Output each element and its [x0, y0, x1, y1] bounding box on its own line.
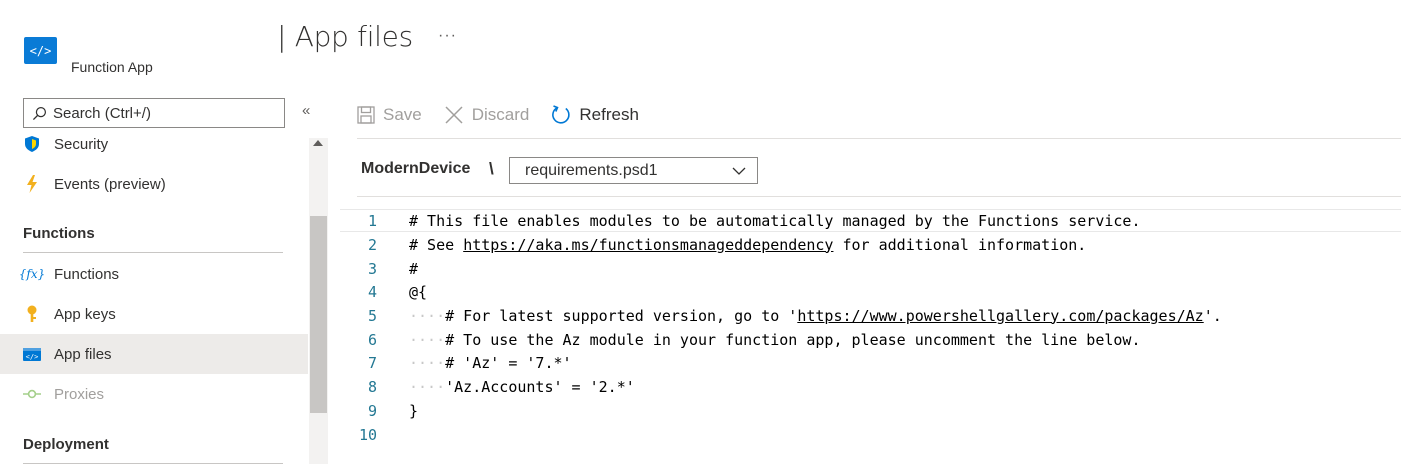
code-text: ····# 'Az' = '7.*' — [409, 353, 572, 372]
sidebar-item-label: Functions — [54, 265, 120, 283]
line-number: 8 — [367, 377, 377, 396]
line-number: 10 — [358, 425, 377, 444]
section-header-deployment: Deployment — [23, 436, 283, 464]
sidebar-item-label: Security — [54, 135, 109, 153]
sidebar-scrollbar[interactable] — [309, 138, 328, 464]
sidebar-item-app-files[interactable]: </> App files — [0, 334, 308, 374]
file-dropdown-value: requirements.psd1 — [525, 161, 658, 179]
code-line: 5 ····# For latest supported version, go… — [340, 304, 1401, 327]
sidebar-item-label: Events (preview) — [54, 175, 166, 193]
code-line: 8 ····'Az.Accounts' = '2.*' — [340, 375, 1401, 398]
collapse-sidebar-button[interactable]: « — [302, 102, 310, 119]
discard-button[interactable]: Discard — [444, 105, 530, 125]
shield-icon — [23, 135, 41, 153]
scroll-up-arrow-icon[interactable] — [313, 140, 323, 146]
code-line: 2 # See https://aka.ms/functionsmanagedd… — [340, 233, 1401, 256]
discard-label: Discard — [471, 105, 530, 124]
code-line: 7 ····# 'Az' = '7.*' — [340, 351, 1401, 374]
proxy-icon — [23, 385, 41, 403]
sidebar-item-security[interactable]: Security — [0, 128, 308, 164]
line-number: 3 — [367, 259, 377, 278]
search-icon — [32, 106, 47, 120]
code-line: 4 @{ — [340, 280, 1401, 303]
code-text: # This file enables modules to be automa… — [409, 211, 1141, 230]
line-number: 2 — [367, 235, 377, 254]
code-line: 3 # — [340, 257, 1401, 280]
save-label: Save — [383, 105, 422, 124]
editor-divider — [357, 196, 1401, 197]
file-dropdown[interactable]: requirements.psd1 — [509, 157, 758, 184]
toolbar-divider — [357, 138, 1401, 139]
command-bar: Save Discard Refresh — [357, 96, 661, 134]
code-text: } — [409, 401, 419, 420]
chevron-down-icon — [732, 167, 746, 175]
code-icon: </> — [23, 345, 41, 363]
function-app-logo-icon: </> — [24, 37, 57, 64]
save-icon — [357, 106, 375, 124]
code-line: 1 # This file enables modules to be auto… — [340, 209, 1401, 232]
page-title: | App files — [277, 20, 413, 53]
sidebar-nav: Security Events (preview) Functions {fx}… — [0, 128, 308, 464]
section-header-functions: Functions — [23, 225, 283, 253]
line-number: 5 — [367, 306, 377, 325]
function-icon: {fx} — [18, 267, 46, 281]
more-options-button[interactable]: ··· — [438, 27, 457, 45]
lightning-icon — [23, 175, 41, 193]
code-text: @{ — [409, 282, 428, 301]
code-line: 9 } — [340, 399, 1401, 422]
code-text: ····# To use the Az module in your funct… — [409, 330, 1141, 349]
line-number: 9 — [367, 401, 377, 420]
sidebar-item-events[interactable]: Events (preview) — [0, 164, 308, 204]
save-button[interactable]: Save — [357, 105, 422, 125]
search-input[interactable] — [53, 104, 273, 122]
code-text: # See https://aka.ms/functionsmanageddep… — [409, 235, 1087, 254]
sidebar-item-functions[interactable]: {fx} Functions — [0, 254, 308, 294]
scrollbar-thumb[interactable] — [310, 216, 327, 413]
code-line: 6 ····# To use the Az module in your fun… — [340, 328, 1401, 351]
sidebar-item-proxies[interactable]: Proxies — [0, 374, 308, 414]
sidebar-item-app-keys[interactable]: App keys — [0, 294, 308, 334]
code-text: # — [409, 259, 419, 278]
code-line: 10 — [340, 423, 1401, 446]
code-editor[interactable]: 1 # This file enables modules to be auto… — [340, 206, 1401, 464]
close-icon — [445, 106, 463, 124]
refresh-label: Refresh — [579, 105, 639, 124]
key-icon — [23, 305, 41, 323]
svg-text:</>: </> — [26, 353, 39, 361]
line-number: 4 — [367, 282, 377, 301]
code-text: ····# For latest supported version, go t… — [409, 306, 1231, 325]
line-number: 1 — [367, 211, 377, 230]
code-text: ····'Az.Accounts' = '2.*' — [409, 377, 635, 396]
search-box[interactable] — [23, 98, 285, 128]
sidebar-item-label: App keys — [54, 305, 116, 323]
refresh-icon — [552, 105, 571, 124]
line-number: 6 — [367, 330, 377, 349]
resource-type: Function App — [71, 59, 153, 75]
sidebar-item-label: App files — [54, 345, 112, 363]
line-number: 7 — [367, 353, 377, 372]
path-separator: \ — [489, 159, 494, 178]
function-app-name: ModernDevice — [361, 160, 471, 177]
refresh-button[interactable]: Refresh — [551, 105, 639, 125]
sidebar-item-label: Proxies — [54, 385, 105, 403]
